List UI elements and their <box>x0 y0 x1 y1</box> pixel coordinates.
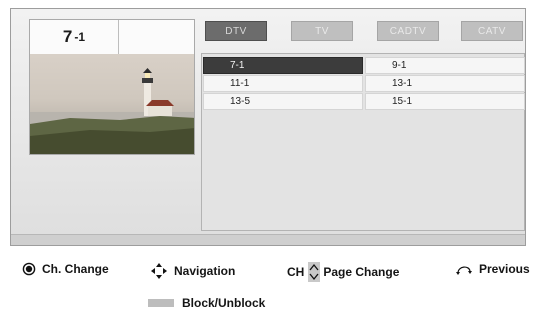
button-legend: Ch. Change Navigation CH Page Change Pre… <box>0 260 536 314</box>
navigation-arrows-icon <box>150 262 168 280</box>
legend-block-unblock: Block/Unblock <box>148 296 265 310</box>
legend-previous-label: Previous <box>479 262 530 276</box>
channel-item-7-1[interactable]: 7-1 <box>203 57 363 74</box>
channel-item-15-1[interactable]: 15-1 <box>365 93 525 110</box>
channel-preview-image <box>30 54 194 154</box>
gray-button-icon <box>148 299 174 307</box>
channel-item-13-1[interactable]: 13-1 <box>365 75 525 92</box>
back-return-icon <box>455 263 473 275</box>
legend-block-unblock-label: Block/Unblock <box>182 296 266 310</box>
legend-page-change: CH Page Change <box>287 262 399 282</box>
ok-button-icon <box>22 262 36 276</box>
channel-info-blank <box>118 20 194 55</box>
panel-bottom-strip <box>11 234 525 245</box>
channel-item-9-1[interactable]: 9-1 <box>365 57 525 74</box>
current-channel-box: 7 -1 <box>29 19 195 155</box>
current-channel-number: 7 -1 <box>30 20 119 55</box>
channel-major: 7 <box>62 27 73 46</box>
legend-previous: Previous <box>455 262 530 276</box>
channel-item-11-1[interactable]: 11-1 <box>203 75 363 92</box>
legend-navigation: Navigation <box>150 262 235 280</box>
tab-catv[interactable]: CATV <box>461 21 523 41</box>
tab-cadtv[interactable]: CADTV <box>377 21 439 41</box>
legend-ch-change: Ch. Change <box>22 262 109 276</box>
tab-tv[interactable]: TV <box>291 21 353 41</box>
legend-ch-prefix: CH <box>287 265 305 279</box>
legend-page-change-label: Page Change <box>323 265 400 279</box>
channel-item-13-5[interactable]: 13-5 <box>203 93 363 110</box>
page-up-down-icon <box>308 262 321 282</box>
channel-minor: -1 <box>74 30 86 44</box>
legend-ch-change-label: Ch. Change <box>42 262 109 276</box>
legend-navigation-label: Navigation <box>174 264 236 278</box>
channel-list-panel: 7 -1 DTV TV CADTV CATV 7-1 9-1 11-1 13-1… <box>10 8 526 246</box>
channel-type-tabs: DTV TV CADTV CATV <box>205 21 523 43</box>
tab-dtv[interactable]: DTV <box>205 21 267 41</box>
